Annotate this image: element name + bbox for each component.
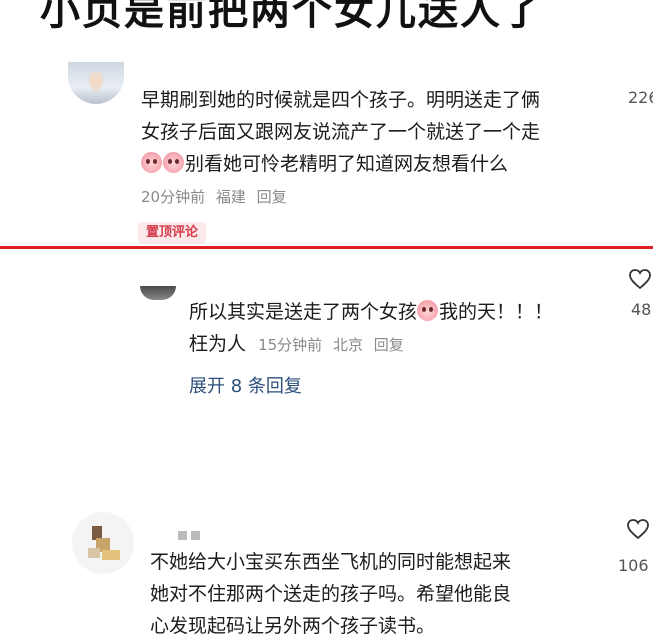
comment-line: 心发现起码让另外两个孩子读书。 (150, 615, 436, 637)
avatar[interactable] (68, 62, 124, 104)
comment-line: 早期刷到她的时候就是四个孩子。明明送走了俩 (141, 89, 541, 111)
like-count: 226 (628, 88, 653, 107)
reply-button[interactable]: 回复 (374, 336, 404, 354)
reply-meta: 15分钟前 北京 回复 (258, 336, 410, 354)
reply-line-text: 所以其实是送走了两个女孩 (189, 301, 418, 323)
heart-icon[interactable] (626, 518, 650, 540)
reply-line: 所以其实是送走了两个女孩 我的天！！！ (189, 296, 609, 328)
comment-line: 别看她可怜老精明了知道网友想看什么 (141, 148, 611, 180)
comment-meta: 20分钟前 福建 回复 (141, 186, 293, 207)
like-count: 106 (618, 556, 649, 575)
comment-line: 不她给大小宝买东西坐飞机的同时能想起来 (150, 551, 512, 573)
comment-time: 20分钟前 (141, 188, 206, 206)
reply-line: 枉为人 15分钟前 北京 回复 (189, 328, 609, 361)
comment-body: 不她给大小宝买东西坐飞机的同时能想起来 她对不住那两个送走的孩子吗。希望他能良 … (150, 546, 610, 642)
comment-line: 女孩子后面又跟网友说流产了一个就送了一个走 (141, 121, 541, 143)
page-headline: 小页是前把两个女儿送人了 (40, 0, 544, 34)
sad-face-emoji-icon (163, 152, 184, 173)
like-count: 48 (631, 300, 652, 319)
heart-icon[interactable] (628, 268, 652, 290)
reply-button[interactable]: 回复 (257, 188, 287, 206)
reply-location: 北京 (332, 336, 363, 354)
avatar[interactable] (72, 512, 134, 574)
comment-line-text: 别看她可怜老精明了知道网友想看什么 (185, 153, 509, 175)
comment-line: 她对不住那两个送走的孩子吗。希望他能良 (150, 583, 512, 605)
divider (0, 246, 653, 249)
username-redacted (178, 525, 204, 544)
reply-line-text: 枉为人 (189, 333, 247, 355)
reply-time: 15分钟前 (258, 336, 323, 354)
avatar[interactable] (140, 286, 176, 300)
sad-face-emoji-icon (417, 300, 439, 321)
expand-replies-button[interactable]: 展开 8 条回复 (189, 372, 302, 398)
comment-body: 早期刷到她的时候就是四个孩子。明明送走了俩 女孩子后面又跟网友说流产了一个就送了… (141, 84, 611, 180)
reply-line-text: 我的天！！！ (439, 301, 554, 323)
pinned-comment-badge: 置顶评论 (138, 222, 207, 244)
reply-body: 所以其实是送走了两个女孩 我的天！！！ 枉为人 15分钟前 北京 回复 (189, 296, 609, 361)
comment-location: 福建 (215, 188, 246, 206)
sad-face-emoji-icon (141, 152, 162, 173)
